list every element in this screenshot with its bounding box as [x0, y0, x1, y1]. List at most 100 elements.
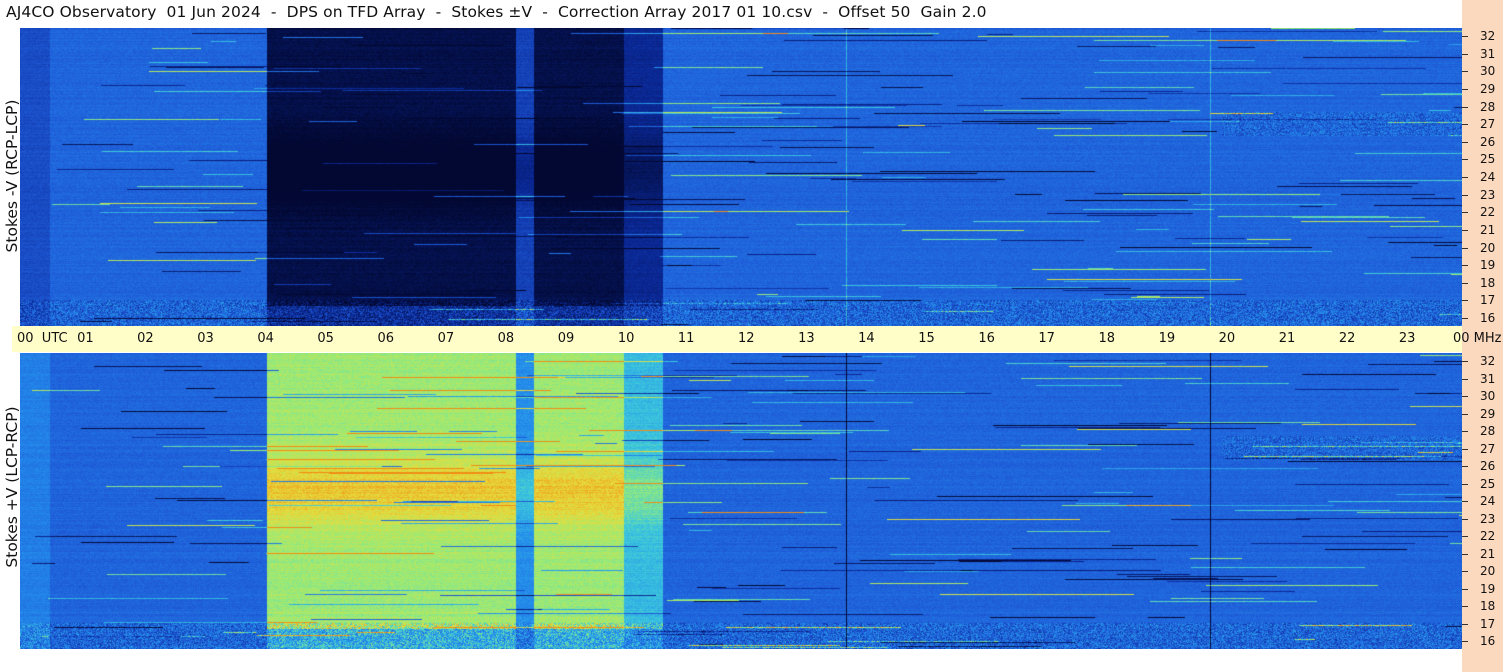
frequency-tick-mark	[1462, 501, 1468, 502]
frequency-tick-mark	[1462, 431, 1468, 432]
time-tick-label: 14	[858, 331, 875, 346]
frequency-tick-label: 32	[1480, 29, 1496, 43]
frequency-tick-label: 21	[1480, 546, 1496, 561]
ylabel-top-text: Stokes -V (RCP-LCP)	[3, 99, 21, 253]
frequency-tick-label: 23	[1480, 187, 1496, 202]
frequency-tick-mark	[1462, 413, 1468, 415]
frequency-tick-mark	[1462, 606, 1468, 607]
frequency-tick-label: 29	[1480, 406, 1496, 421]
frequency-tick-mark	[1462, 300, 1468, 302]
frequency-tick-mark	[1462, 106, 1468, 108]
time-tick-label: 22	[1338, 331, 1356, 346]
frequency-tick-label: 32	[1480, 354, 1496, 368]
spectrogram-stokes-plus-v	[20, 353, 1462, 649]
frequency-tick-label: 21	[1480, 222, 1496, 237]
time-tick-label: 00 UTC	[17, 331, 68, 346]
frequency-tick-mark	[1462, 396, 1468, 397]
frequency-tick-label: 17	[1480, 293, 1496, 308]
frequency-tick-label: 27	[1480, 441, 1496, 456]
time-tick-label: 19	[1158, 331, 1176, 346]
frequency-tick-mark	[1462, 194, 1468, 196]
frequency-tick-label: 31	[1480, 371, 1496, 386]
frequency-tick-mark	[1462, 212, 1468, 214]
frequency-tick-label: 25	[1480, 476, 1496, 491]
time-tick-label: 20	[1218, 331, 1236, 346]
frequency-tick-mark	[1462, 518, 1468, 520]
frequency-tick-mark	[1462, 466, 1468, 467]
time-axis	[12, 326, 1462, 352]
frequency-tick-mark	[1462, 536, 1468, 537]
frequency-tick-mark	[1462, 265, 1468, 267]
frequency-tick-label: 18	[1480, 275, 1496, 290]
frequency-tick-mark	[1462, 318, 1468, 319]
time-tick-label: 01	[77, 331, 94, 346]
frequency-tick-mark	[1462, 588, 1468, 590]
frequency-tick-mark	[1462, 88, 1468, 90]
frequency-tick-label: 19	[1480, 581, 1496, 596]
frequency-tick-label: 17	[1480, 616, 1496, 631]
frequency-tick-label: 26	[1480, 459, 1496, 473]
frequency-tick-mark	[1462, 282, 1468, 284]
frequency-tick-mark	[1462, 483, 1468, 485]
time-tick-label: 17	[1038, 331, 1055, 346]
time-tick-label: 11	[677, 331, 695, 346]
frequency-tick-label: 24	[1480, 494, 1496, 508]
time-tick-label: 00 MHz	[1453, 331, 1502, 346]
time-tick-label: 03	[197, 331, 214, 346]
time-tick-label: 13	[798, 331, 815, 346]
frequency-tick-mark	[1462, 361, 1468, 362]
time-tick-label: 15	[918, 331, 935, 346]
frequency-tick-mark	[1462, 177, 1468, 178]
time-tick-label: 04	[257, 331, 274, 346]
frequency-tick-label: 30	[1480, 64, 1496, 79]
frequency-tick-label: 27	[1480, 117, 1496, 132]
time-tick-label: 16	[978, 331, 995, 346]
time-tick-label: 23	[1398, 331, 1416, 346]
frequency-tick-mark	[1462, 378, 1468, 380]
frequency-tick-mark	[1462, 53, 1468, 55]
frequency-tick-label: 19	[1480, 258, 1496, 273]
time-tick-label: 08	[497, 331, 515, 346]
time-tick-label: 09	[557, 331, 575, 346]
frequency-tick-label: 29	[1480, 81, 1496, 96]
frequency-tick-mark	[1462, 159, 1468, 161]
time-tick-label: 06	[377, 331, 395, 346]
ylabel-bottom-text: Stokes +V (LCP-RCP)	[3, 406, 21, 568]
frequency-tick-mark	[1462, 641, 1468, 642]
time-tick-label: 02	[137, 331, 154, 346]
frequency-tick-mark	[1462, 623, 1468, 625]
frequency-tick-label: 16	[1480, 634, 1496, 648]
frequency-tick-label: 24	[1480, 170, 1496, 184]
frequency-tick-label: 26	[1480, 134, 1496, 149]
spectrogram-stokes-minus-v	[20, 28, 1462, 326]
frequency-tick-mark	[1462, 553, 1468, 555]
frequency-tick-mark	[1462, 571, 1468, 572]
frequency-tick-label: 22	[1480, 529, 1496, 543]
frequency-tick-mark	[1462, 36, 1468, 37]
frequency-tick-label: 31	[1480, 46, 1496, 61]
frequency-tick-label: 16	[1480, 311, 1496, 325]
title-bar: AJ4CO Observatory 01 Jun 2024 - DPS on T…	[0, 0, 1462, 26]
frequency-tick-mark	[1462, 71, 1468, 73]
time-tick-label: 05	[317, 331, 334, 346]
frequency-tick-mark	[1462, 141, 1468, 143]
frequency-tick-mark	[1462, 124, 1468, 126]
time-tick-label: 21	[1278, 331, 1296, 346]
time-tick-label: 07	[437, 331, 455, 346]
frequency-tick-label: 18	[1480, 599, 1496, 613]
frequency-tick-label: 28	[1480, 424, 1496, 438]
frequency-tick-mark	[1462, 247, 1468, 249]
frequency-tick-label: 20	[1480, 564, 1496, 578]
chart-title: AJ4CO Observatory 01 Jun 2024 - DPS on T…	[6, 3, 987, 21]
frequency-tick-mark	[1462, 448, 1468, 450]
frequency-tick-label: 20	[1480, 240, 1496, 255]
time-tick-label: 12	[738, 331, 755, 346]
frequency-tick-label: 22	[1480, 205, 1496, 220]
frequency-tick-label: 28	[1480, 99, 1496, 114]
time-tick-label: 10	[617, 331, 635, 346]
frequency-tick-label: 25	[1480, 152, 1496, 167]
frequency-tick-label: 30	[1480, 389, 1496, 403]
time-tick-label: 18	[1098, 331, 1116, 346]
frequency-tick-label: 23	[1480, 511, 1496, 526]
frequency-tick-mark	[1462, 229, 1468, 231]
